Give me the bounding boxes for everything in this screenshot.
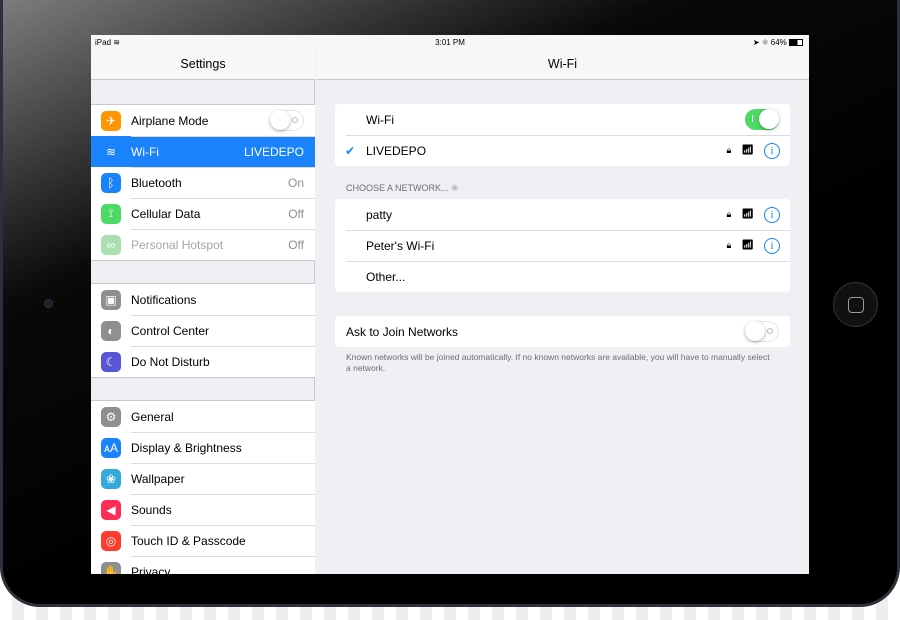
- spinner-icon: ✺: [451, 183, 459, 193]
- moon-icon: ☾: [101, 351, 121, 372]
- sidebar-item-label: General: [131, 409, 174, 424]
- settings-group: ⚙ General ᴀA Display & Brightness ❀ Wallpaper…: [91, 400, 315, 574]
- notifications-icon: ▣: [101, 289, 121, 310]
- choose-network-header: CHOOSE A NETWORK... ✺: [346, 183, 459, 193]
- control-center-icon: ◐: [101, 320, 121, 341]
- sidebar-item-value: LIVEDEPO: [243, 144, 304, 159]
- sidebar-item-label: Sounds: [131, 502, 172, 517]
- other-network[interactable]: Other...: [335, 261, 790, 292]
- network-row-patty[interactable]: patty 🔒︎ 📶︎ i: [335, 199, 790, 230]
- sidebar-item-label: Bluetooth: [131, 175, 182, 190]
- hotspot-icon: ∞: [101, 234, 121, 255]
- bluetooth-status-icon: ✱: [761, 38, 769, 47]
- sidebar-item-display-brightness[interactable]: ᴀA Display & Brightness: [91, 432, 315, 463]
- sidebar-item-label: Privacy: [131, 564, 171, 575]
- wifi-detail: Wi-Fi Wi-Fi ✔ LIVEDEPO 🔒︎ 📶︎ i CHOOSE A NE…: [316, 35, 809, 574]
- sidebar-item-wi-fi[interactable]: ≋ Wi-Fi LIVEDEPO: [91, 136, 315, 167]
- sidebar-item-label: Wallpaper: [131, 471, 185, 486]
- sidebar-item-value: Off: [288, 206, 304, 221]
- sidebar-item-label: Cellular Data: [131, 206, 201, 221]
- wifi-signal-icon: 📶︎: [741, 209, 754, 220]
- sidebar-item-label: Control Center: [131, 323, 210, 338]
- info-icon[interactable]: i: [764, 142, 780, 159]
- networks-card: patty 🔒︎ 📶︎ i Peter's Wi-Fi 🔒︎ 📶︎ i Other...: [335, 199, 790, 292]
- airplane-icon: ✈: [101, 110, 121, 131]
- sidebar-item-label: Wi-Fi: [131, 144, 159, 159]
- speaker-icon: ◀: [101, 499, 121, 520]
- fingerprint-icon: ◎: [101, 530, 121, 551]
- status-bar: iPad ≋ 3:01 PM ➤ ✱ 64%: [91, 35, 809, 49]
- display-icon: ᴀA: [101, 437, 121, 458]
- home-button[interactable]: [833, 282, 878, 327]
- ask-to-join-label: Ask to Join Networks: [346, 324, 459, 339]
- sidebar-item-label: Personal Hotspot: [131, 237, 224, 252]
- wifi-label: Wi-Fi: [366, 112, 394, 127]
- sidebar-item-label: Display & Brightness: [131, 440, 242, 455]
- lock-icon: 🔒︎: [726, 145, 732, 155]
- wifi-signal-icon: 📶︎: [741, 240, 754, 251]
- home-square-icon: [848, 297, 864, 313]
- antenna-icon: ⟟: [101, 203, 121, 224]
- sidebar-item-cellular-data[interactable]: ⟟ Cellular Data Off: [91, 198, 315, 229]
- ask-card: Ask to Join Networks: [335, 316, 790, 347]
- battery: ➤ ✱ 64%: [753, 38, 803, 47]
- sidebar-item-do-not-disturb[interactable]: ☾ Do Not Disturb: [91, 346, 315, 377]
- gear-icon: ⚙: [101, 406, 121, 427]
- location-icon: ➤: [752, 38, 760, 47]
- sidebar-item-personal-hotspot[interactable]: ∞ Personal Hotspot Off: [91, 229, 315, 260]
- connected-network[interactable]: ✔ LIVEDEPO 🔒︎ 📶︎ i: [335, 135, 790, 166]
- wifi-card: Wi-Fi ✔ LIVEDEPO 🔒︎ 📶︎ i: [335, 104, 790, 166]
- sidebar-item-sounds[interactable]: ◀ Sounds: [91, 494, 315, 525]
- sidebar-item-label: Airplane Mode: [131, 113, 209, 128]
- settings-group: ▣ Notifications ◐ Control Center ☾ Do Not Dis…: [91, 283, 315, 378]
- network-name: LIVEDEPO: [366, 143, 427, 158]
- info-icon[interactable]: i: [764, 206, 780, 223]
- checkmark-icon: ✔: [345, 143, 356, 158]
- sidebar-title: Settings: [91, 49, 315, 80]
- sidebar-item-label: Touch ID & Passcode: [131, 533, 246, 548]
- network-name: Peter's Wi-Fi: [366, 238, 435, 253]
- sidebar-item-privacy[interactable]: ✋ Privacy: [91, 556, 315, 574]
- wifi-signal-icon: 📶︎: [741, 145, 754, 156]
- settings-group: ✈ Airplane Mode ≋ Wi-Fi LIVEDEPO ᛒ Bluetooth On…: [91, 104, 315, 261]
- sidebar-item-touch-id-passcode[interactable]: ◎ Touch ID & Passcode: [91, 525, 315, 556]
- wifi-icon: ≋: [105, 144, 117, 159]
- sidebar-item-bluetooth[interactable]: ᛒ Bluetooth On: [91, 167, 315, 198]
- clock: 3:01 PM: [435, 38, 465, 47]
- sidebar-item-value: Off: [288, 237, 304, 252]
- sidebar-item-control-center[interactable]: ◐ Control Center: [91, 315, 315, 346]
- detail-title: Wi-Fi: [316, 49, 809, 80]
- airplane-mode-toggle[interactable]: [270, 110, 304, 131]
- settings-sidebar: Settings ✈ Airplane Mode ≋ Wi-Fi LIVEDEPO ᛒ Bl…: [91, 35, 315, 574]
- camera: [44, 299, 53, 308]
- info-icon[interactable]: i: [764, 237, 780, 254]
- battery-icon: [789, 39, 803, 47]
- wallpaper-icon: ❀: [101, 468, 121, 489]
- hand-icon: ✋: [101, 561, 121, 574]
- network-name: patty: [366, 207, 393, 222]
- lock-icon: 🔒︎: [726, 209, 732, 219]
- sidebar-item-notifications[interactable]: ▣ Notifications: [91, 284, 315, 315]
- ask-to-join-toggle[interactable]: [745, 321, 779, 342]
- bluetooth-icon: ᛒ: [101, 172, 121, 193]
- lock-icon: 🔒︎: [726, 240, 732, 250]
- sidebar-item-value: On: [287, 175, 304, 190]
- sidebar-item-general[interactable]: ⚙ General: [91, 401, 315, 432]
- sidebar-item-wallpaper[interactable]: ❀ Wallpaper: [91, 463, 315, 494]
- wifi-toggle[interactable]: [745, 109, 779, 130]
- network-row-peters-wifi[interactable]: Peter's Wi-Fi 🔒︎ 📶︎ i: [335, 230, 790, 261]
- screen: Settings ✈ Airplane Mode ≋ Wi-Fi LIVEDEPO ᛒ Bl…: [91, 35, 809, 574]
- sidebar-item-label: Notifications: [131, 292, 197, 307]
- sidebar-item-label: Do Not Disturb: [131, 354, 210, 369]
- sidebar-item-airplane-mode[interactable]: ✈ Airplane Mode: [91, 105, 315, 136]
- ask-footer: Known networks will be joined automatica…: [346, 352, 770, 373]
